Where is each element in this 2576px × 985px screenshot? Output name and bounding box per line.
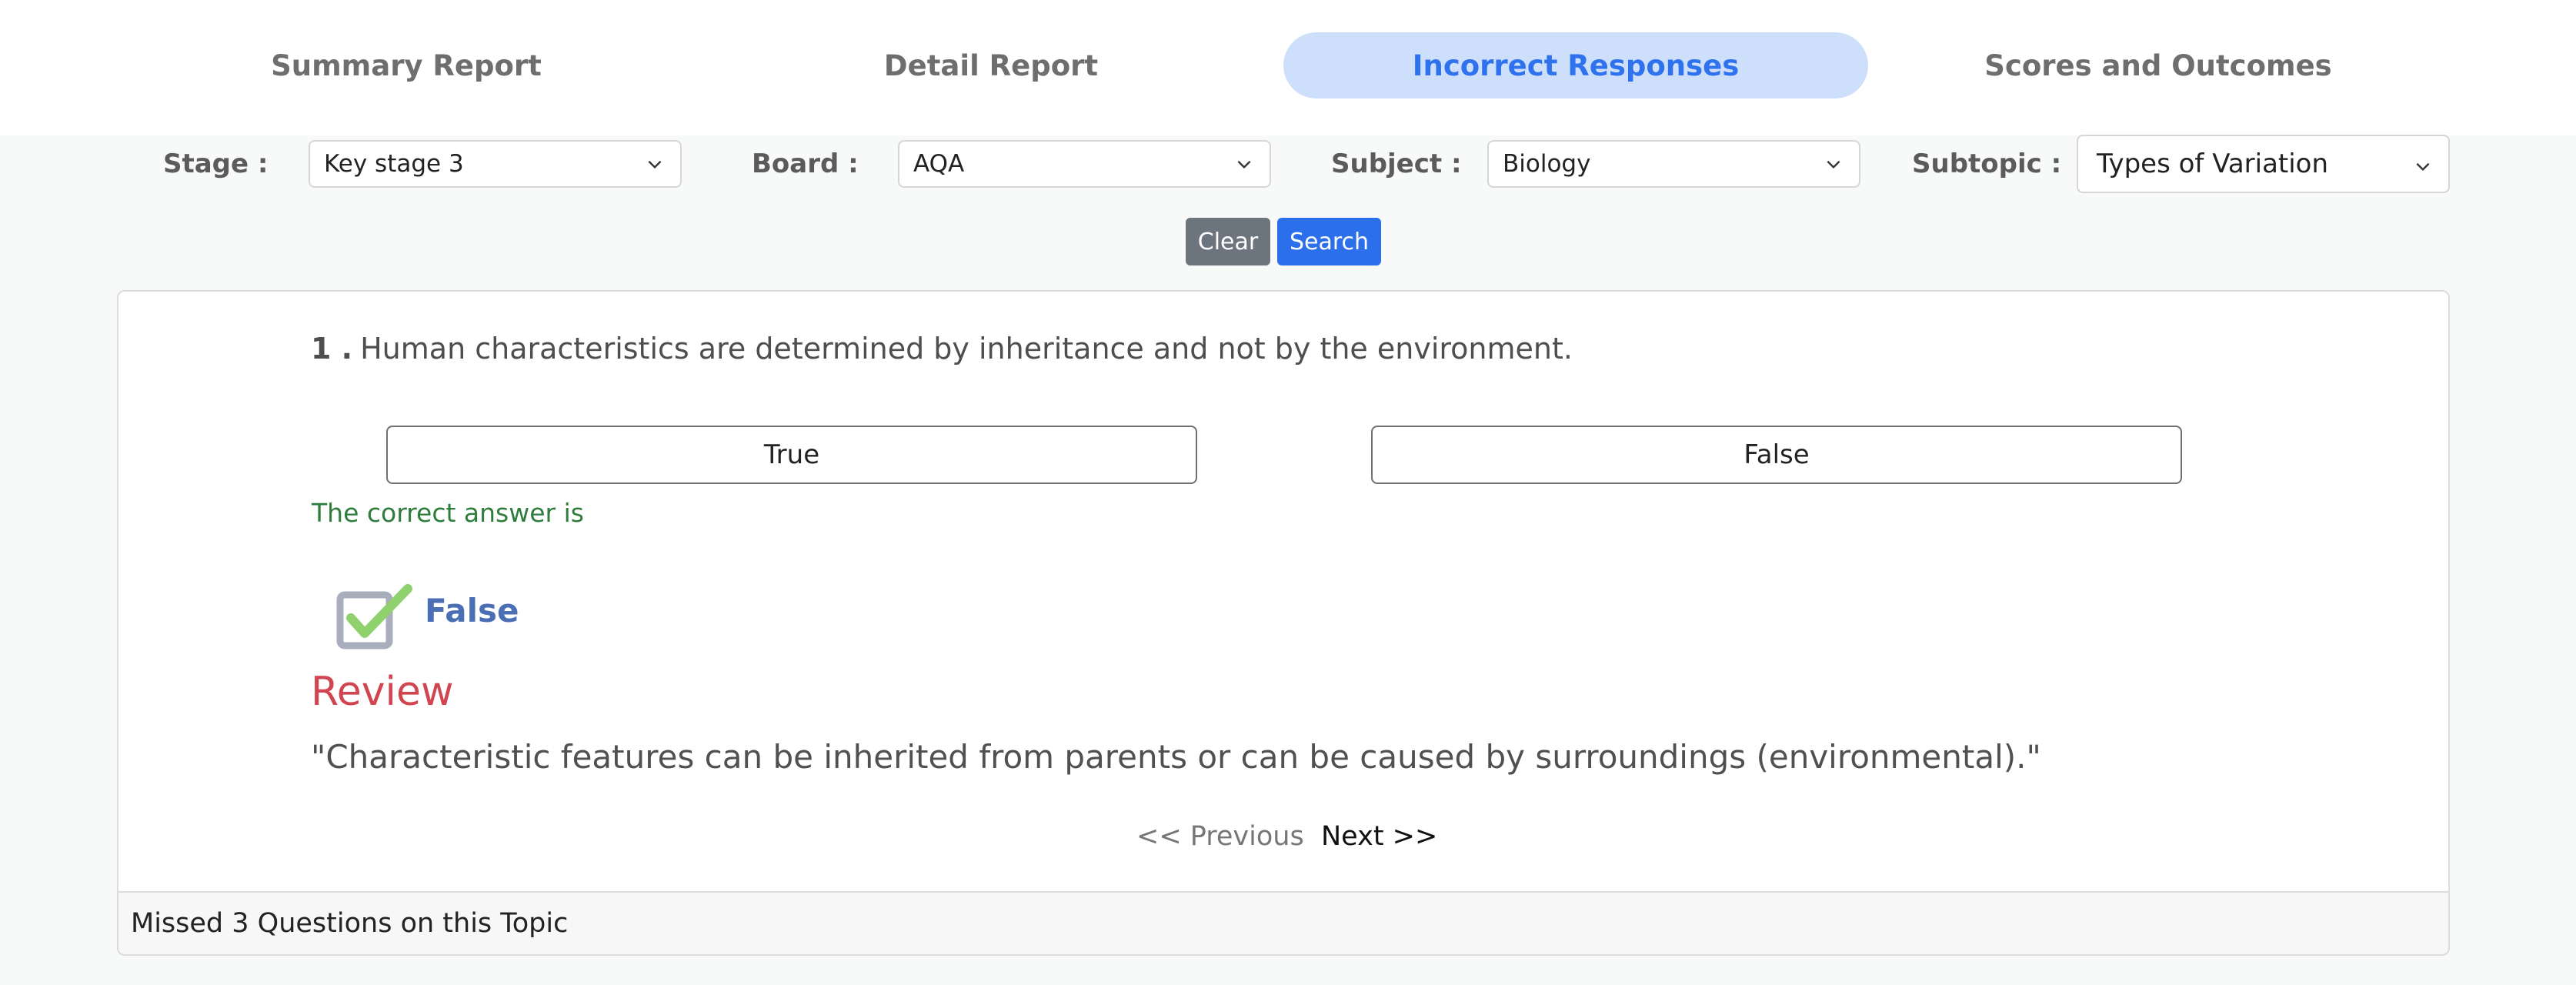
board-select-value: AQA xyxy=(913,150,965,178)
board-select[interactable]: AQA xyxy=(898,140,1271,188)
review-text: "Characteristic features can be inherite… xyxy=(311,738,2041,776)
next-link[interactable]: Next >> xyxy=(1321,821,1437,852)
subtopic-select-value: Types of Variation xyxy=(2097,149,2329,179)
search-button[interactable]: Search xyxy=(1277,218,1381,265)
chevron-down-icon xyxy=(2413,152,2430,172)
chevron-down-icon xyxy=(1234,152,1251,169)
review-title: Review xyxy=(311,669,454,715)
board-label: Board : xyxy=(752,149,859,179)
missed-questions-text: Missed 3 Questions on this Topic xyxy=(131,908,569,939)
correct-answer-value: False xyxy=(425,592,519,629)
subtopic-select[interactable]: Types of Variation xyxy=(2077,135,2450,193)
stage-select[interactable]: Key stage 3 xyxy=(309,140,682,188)
correct-answer-label: The correct answer is xyxy=(312,498,584,528)
tab-incorrect-responses[interactable]: Incorrect Responses xyxy=(1283,32,1868,98)
question-number: 1 . xyxy=(311,332,353,366)
option-true-button[interactable]: True xyxy=(386,426,1197,484)
subtopic-label: Subtopic : xyxy=(1912,149,2062,179)
chevron-down-icon xyxy=(645,152,662,169)
previous-link[interactable]: << Previous xyxy=(1136,821,1304,852)
report-tabs-bar: Summary Report Detail Report Incorrect R… xyxy=(0,0,2576,135)
stage-select-value: Key stage 3 xyxy=(324,150,464,178)
question-body: Human characteristics are determined by … xyxy=(360,332,1573,366)
missed-questions-footer: Missed 3 Questions on this Topic xyxy=(118,891,2448,954)
option-false-button[interactable]: False xyxy=(1371,426,2182,484)
subject-select-value: Biology xyxy=(1503,150,1591,178)
tab-scores-and-outcomes[interactable]: Scores and Outcomes xyxy=(1862,32,2454,98)
clear-button[interactable]: Clear xyxy=(1186,218,1270,265)
subject-select[interactable]: Biology xyxy=(1487,140,1860,188)
stage-label: Stage : xyxy=(163,149,269,179)
checkbox-checked-icon xyxy=(334,584,419,653)
chevron-down-icon xyxy=(1824,152,1840,169)
tab-summary-report[interactable]: Summary Report xyxy=(245,32,568,98)
tab-detail-report[interactable]: Detail Report xyxy=(829,32,1153,98)
question-text: 1 . Human characteristics are determined … xyxy=(311,332,1573,366)
subject-label: Subject : xyxy=(1331,149,1462,179)
question-card: 1 . Human characteristics are determined … xyxy=(117,290,2450,956)
